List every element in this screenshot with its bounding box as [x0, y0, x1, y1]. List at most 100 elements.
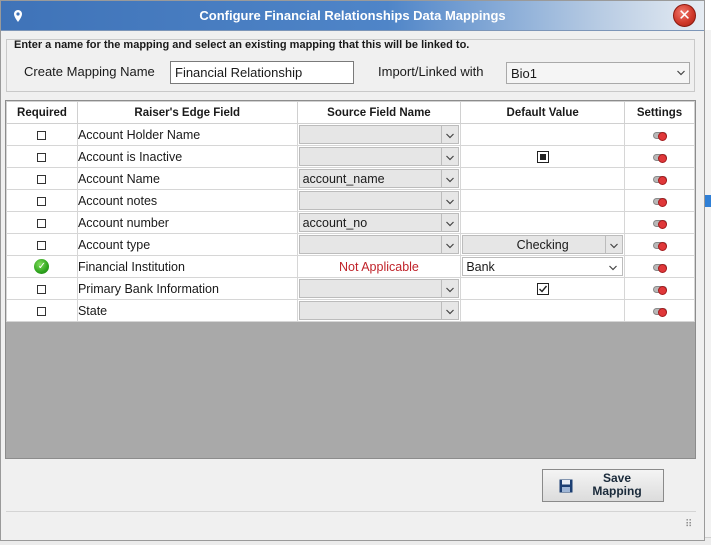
mapping-dialog: Configure Financial Relationships Data M…: [0, 0, 705, 541]
source-field-select[interactable]: [298, 125, 460, 144]
chevron-down-icon: [446, 155, 455, 161]
settings-cell: [624, 299, 695, 322]
source-field-select[interactable]: [298, 147, 460, 166]
toggle-settings-icon[interactable]: [652, 285, 667, 295]
dropdown-button[interactable]: [441, 214, 459, 231]
required-checkbox[interactable]: [37, 240, 47, 250]
dropdown-button[interactable]: [605, 236, 623, 253]
chevron-down-icon: [446, 243, 455, 249]
toggle-settings-icon[interactable]: [652, 241, 667, 251]
checkmark-icon: [538, 285, 547, 293]
source-field-cell: [296, 277, 462, 300]
table-row[interactable]: Account Holder Name: [6, 123, 695, 146]
required-checkbox[interactable]: [37, 174, 47, 184]
save-mapping-button[interactable]: Save Mapping: [542, 469, 664, 502]
resize-grip-icon[interactable]: ⠿: [685, 519, 692, 530]
table-row[interactable]: Account Name account_name: [6, 167, 695, 190]
mapping-name-input[interactable]: Financial Relationship: [170, 61, 354, 84]
close-button[interactable]: ✕: [673, 4, 696, 27]
re-field-name: Account Holder Name: [76, 123, 298, 146]
source-field-cell: [296, 233, 462, 256]
dropdown-button[interactable]: [441, 126, 459, 143]
table-row[interactable]: Account type Checking: [6, 233, 695, 256]
toggle-settings-icon[interactable]: [652, 307, 667, 317]
title-bar[interactable]: Configure Financial Relationships Data M…: [1, 1, 704, 31]
dropdown-button[interactable]: [441, 302, 459, 319]
dropdown-button[interactable]: [441, 280, 459, 297]
source-field-select[interactable]: [298, 279, 460, 298]
source-field-value: account_name: [302, 172, 385, 186]
table-header-row: Required Raiser's Edge Field Source Fiel…: [6, 101, 695, 124]
chevron-down-icon: [446, 287, 455, 293]
toggle-settings-icon[interactable]: [652, 219, 667, 229]
dropdown-button[interactable]: [605, 258, 623, 275]
source-field-select[interactable]: account_name: [298, 169, 460, 188]
default-value-checkbox[interactable]: [536, 151, 549, 164]
floppy-disk-icon: [559, 479, 573, 493]
re-field-name: Account is Inactive: [76, 145, 298, 168]
table-row[interactable]: Account notes: [6, 189, 695, 212]
chevron-down-icon: [609, 265, 617, 271]
source-field-select[interactable]: [298, 191, 460, 210]
settings-cell: [624, 255, 695, 278]
dropdown-button[interactable]: [441, 192, 459, 209]
source-field-cell: [296, 123, 462, 146]
toggle-settings-icon[interactable]: [652, 175, 667, 185]
column-header-settings[interactable]: Settings: [624, 101, 695, 124]
default-value-text: Bank: [466, 260, 495, 274]
required-cell: [6, 189, 78, 212]
toggle-settings-icon[interactable]: [652, 153, 667, 163]
default-value-cell: [460, 167, 626, 190]
default-value-select[interactable]: Checking: [462, 235, 624, 254]
chevron-down-icon: [446, 221, 455, 227]
table-row[interactable]: ✓ Financial Institution Not Applicable Bank: [6, 255, 695, 278]
mapping-grid: Required Raiser's Edge Field Source Fiel…: [5, 100, 696, 459]
re-field-name: State: [76, 299, 298, 322]
dropdown-button[interactable]: [441, 148, 459, 165]
chevron-down-icon: [446, 133, 455, 139]
source-field-select[interactable]: [298, 235, 460, 254]
required-checkbox[interactable]: [37, 130, 47, 140]
source-field-cell: [296, 145, 462, 168]
table-row[interactable]: Account is Inactive: [6, 145, 695, 168]
chevron-down-icon: [446, 309, 455, 315]
settings-cell: [624, 277, 695, 300]
source-field-select[interactable]: account_no: [298, 213, 460, 232]
required-checkbox[interactable]: [37, 306, 47, 316]
required-checkbox[interactable]: [37, 152, 47, 162]
default-value-cell: [460, 189, 626, 212]
default-value-cell: [460, 123, 626, 146]
table-row[interactable]: Account number account_no: [6, 211, 695, 234]
source-field-cell: account_no: [296, 211, 462, 234]
toggle-settings-icon[interactable]: [652, 263, 667, 273]
column-header-re-field[interactable]: Raiser's Edge Field: [76, 101, 298, 124]
toggle-settings-icon[interactable]: [652, 197, 667, 207]
settings-cell: [624, 145, 695, 168]
column-header-required[interactable]: Required: [6, 101, 78, 124]
settings-cell: [624, 189, 695, 212]
dropdown-button[interactable]: [441, 236, 459, 253]
dropdown-button[interactable]: [441, 170, 459, 187]
source-field-select[interactable]: [298, 301, 460, 320]
column-header-source-field[interactable]: Source Field Name: [296, 101, 462, 124]
default-value-checkbox[interactable]: [536, 283, 549, 296]
settings-cell: [624, 211, 695, 234]
column-header-default-value[interactable]: Default Value: [460, 101, 626, 124]
table-row[interactable]: State: [6, 299, 695, 322]
required-cell: [6, 233, 78, 256]
import-linked-select[interactable]: Bio1: [506, 62, 690, 84]
re-field-name: Account type: [76, 233, 298, 256]
chevron-down-icon: [677, 70, 685, 76]
required-checkbox[interactable]: [37, 284, 47, 294]
required-checkbox[interactable]: [37, 218, 47, 228]
chevron-down-icon: [610, 243, 618, 249]
default-value-select[interactable]: Bank: [462, 257, 624, 276]
default-value-cell: [460, 145, 626, 168]
required-cell: [6, 167, 78, 190]
re-field-name: Financial Institution: [76, 255, 298, 278]
source-field-cell: account_name: [296, 167, 462, 190]
create-mapping-name-label: Create Mapping Name: [24, 64, 155, 79]
toggle-settings-icon[interactable]: [652, 131, 667, 141]
table-row[interactable]: Primary Bank Information: [6, 277, 695, 300]
required-checkbox[interactable]: [37, 196, 47, 206]
